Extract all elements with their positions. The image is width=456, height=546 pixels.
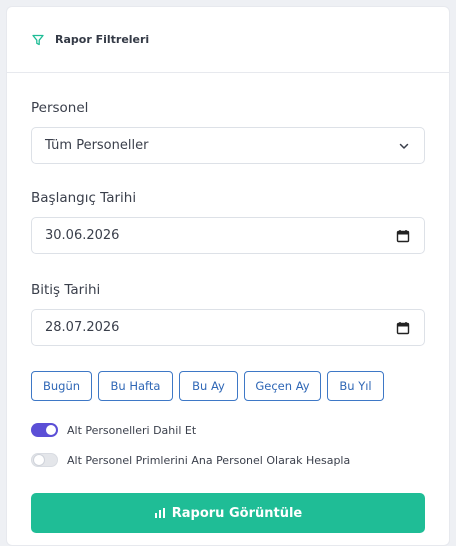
quick-range-buttons: Bugün Bu Hafta Bu Ay Geçen Ay Bu Yıl [31,371,425,401]
start-date-input[interactable]: 30.06.2026 [31,217,425,254]
card-body: Personel Tüm Personeller Başlangıç Tarih… [7,73,449,533]
include-sub-toggle-row: Alt Personelleri Dahil Et [31,423,425,437]
quick-today-button[interactable]: Bugün [31,371,92,401]
start-date-value: 30.06.2026 [45,228,120,243]
sub-bonus-switch[interactable] [31,453,58,467]
personel-label: Personel [31,100,89,116]
chart-icon [154,508,165,518]
end-date-label: Bitiş Tarihi [31,282,101,298]
include-sub-switch[interactable] [31,423,58,437]
end-date-value: 28.07.2026 [45,320,120,335]
chevron-down-icon [398,140,410,152]
include-sub-label: Alt Personelleri Dahil Et [67,423,197,437]
personel-select[interactable]: Tüm Personeller [31,127,425,164]
sub-bonus-label: Alt Personel Primlerini Ana Personel Ola… [67,453,351,467]
view-report-label: Raporu Görüntüle [171,505,303,521]
quick-this-month-button[interactable]: Bu Ay [179,371,238,401]
start-date-label: Başlangıç Tarihi [31,190,137,206]
personel-selected-value: Tüm Personeller [45,138,149,153]
filter-icon [31,33,45,47]
quick-last-month-button[interactable]: Geçen Ay [244,371,321,401]
calendar-icon[interactable] [396,321,410,335]
calendar-icon[interactable] [396,229,410,243]
quick-this-year-button[interactable]: Bu Yıl [327,371,384,401]
card-header: Rapor Filtreleri [7,7,449,73]
card-title: Rapor Filtreleri [55,33,150,46]
end-date-input[interactable]: 28.07.2026 [31,309,425,346]
sub-bonus-toggle-row: Alt Personel Primlerini Ana Personel Ola… [31,453,425,467]
report-filters-card: Rapor Filtreleri Personel Tüm Personelle… [6,6,450,546]
quick-this-week-button[interactable]: Bu Hafta [98,371,173,401]
view-report-button[interactable]: Raporu Görüntüle [31,493,425,533]
